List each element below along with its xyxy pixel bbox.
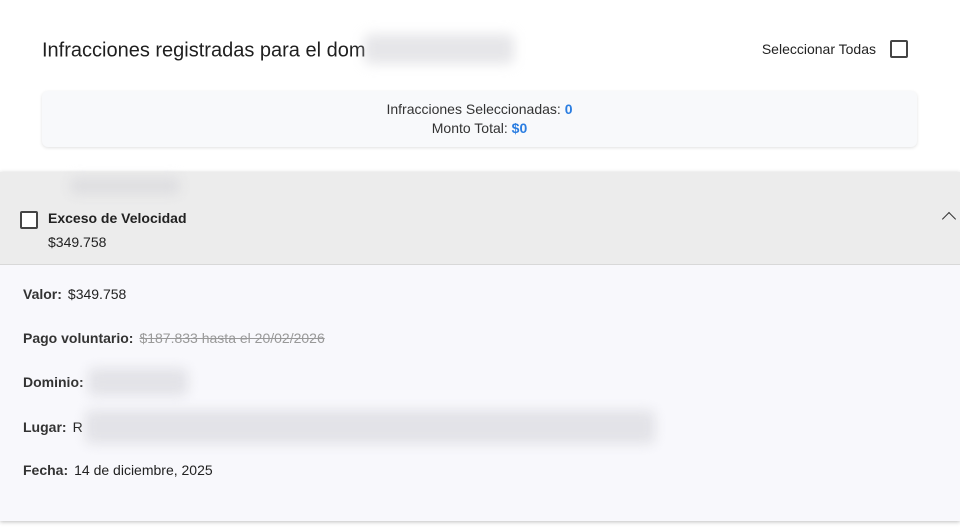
selected-count-line: Infracciones Seleccionadas: 0 xyxy=(42,100,917,119)
select-all-label: Seleccionar Todas xyxy=(761,41,876,57)
valor-label: Valor: xyxy=(23,286,62,302)
dominio-label: Dominio: xyxy=(23,374,84,390)
detail-lugar: Lugar: R xyxy=(23,410,655,444)
detail-valor: Valor: $349.758 xyxy=(23,286,126,302)
valor-value: $349.758 xyxy=(67,286,127,302)
page-title-text: Infracciones registradas para el dom xyxy=(42,39,366,62)
total-amount-value: $0 xyxy=(511,120,528,136)
infraction-checkbox[interactable] xyxy=(20,211,38,229)
infractions-page: Infracciones registradas para el dom Sel… xyxy=(0,0,960,530)
pago-value: $187.833 hasta el 20/02/2026 xyxy=(139,330,325,346)
lugar-label: Lugar: xyxy=(23,419,67,435)
selected-count-label: Infracciones Seleccionadas: xyxy=(386,101,561,117)
redacted-lugar xyxy=(84,410,655,444)
total-amount-line: Monto Total: $0 xyxy=(42,119,917,138)
infraction-amount: $349.758 xyxy=(48,234,107,250)
chevron-up-icon[interactable] xyxy=(941,211,957,227)
page-title: Infracciones registradas para el dom xyxy=(42,34,514,66)
total-amount-label: Monto Total: xyxy=(431,120,508,136)
select-all-control[interactable]: Seleccionar Todas xyxy=(762,40,908,58)
detail-pago-voluntario: Pago voluntario: $187.833 hasta el 20/02… xyxy=(23,330,325,346)
redacted-header-text xyxy=(70,178,180,194)
infraction-name: Exceso de Velocidad xyxy=(48,210,187,226)
redacted-dominio xyxy=(87,368,188,396)
detail-dominio: Dominio: xyxy=(23,368,188,396)
infraction-panel: Exceso de Velocidad $349.758 Valor: $349… xyxy=(0,172,960,521)
redacted-domain xyxy=(363,34,514,64)
selection-summary: Infracciones Seleccionadas: 0 Monto Tota… xyxy=(42,91,917,147)
fecha-value: 14 de diciembre, 2025 xyxy=(74,462,213,478)
detail-fecha: Fecha: 14 de diciembre, 2025 xyxy=(23,462,213,478)
selected-count-value: 0 xyxy=(564,101,573,117)
lugar-value-start: R xyxy=(72,419,83,435)
select-all-checkbox[interactable] xyxy=(890,40,908,58)
infraction-panel-header[interactable]: Exceso de Velocidad $349.758 xyxy=(0,172,960,265)
pago-label: Pago voluntario: xyxy=(23,330,134,346)
fecha-label: Fecha: xyxy=(23,462,69,478)
